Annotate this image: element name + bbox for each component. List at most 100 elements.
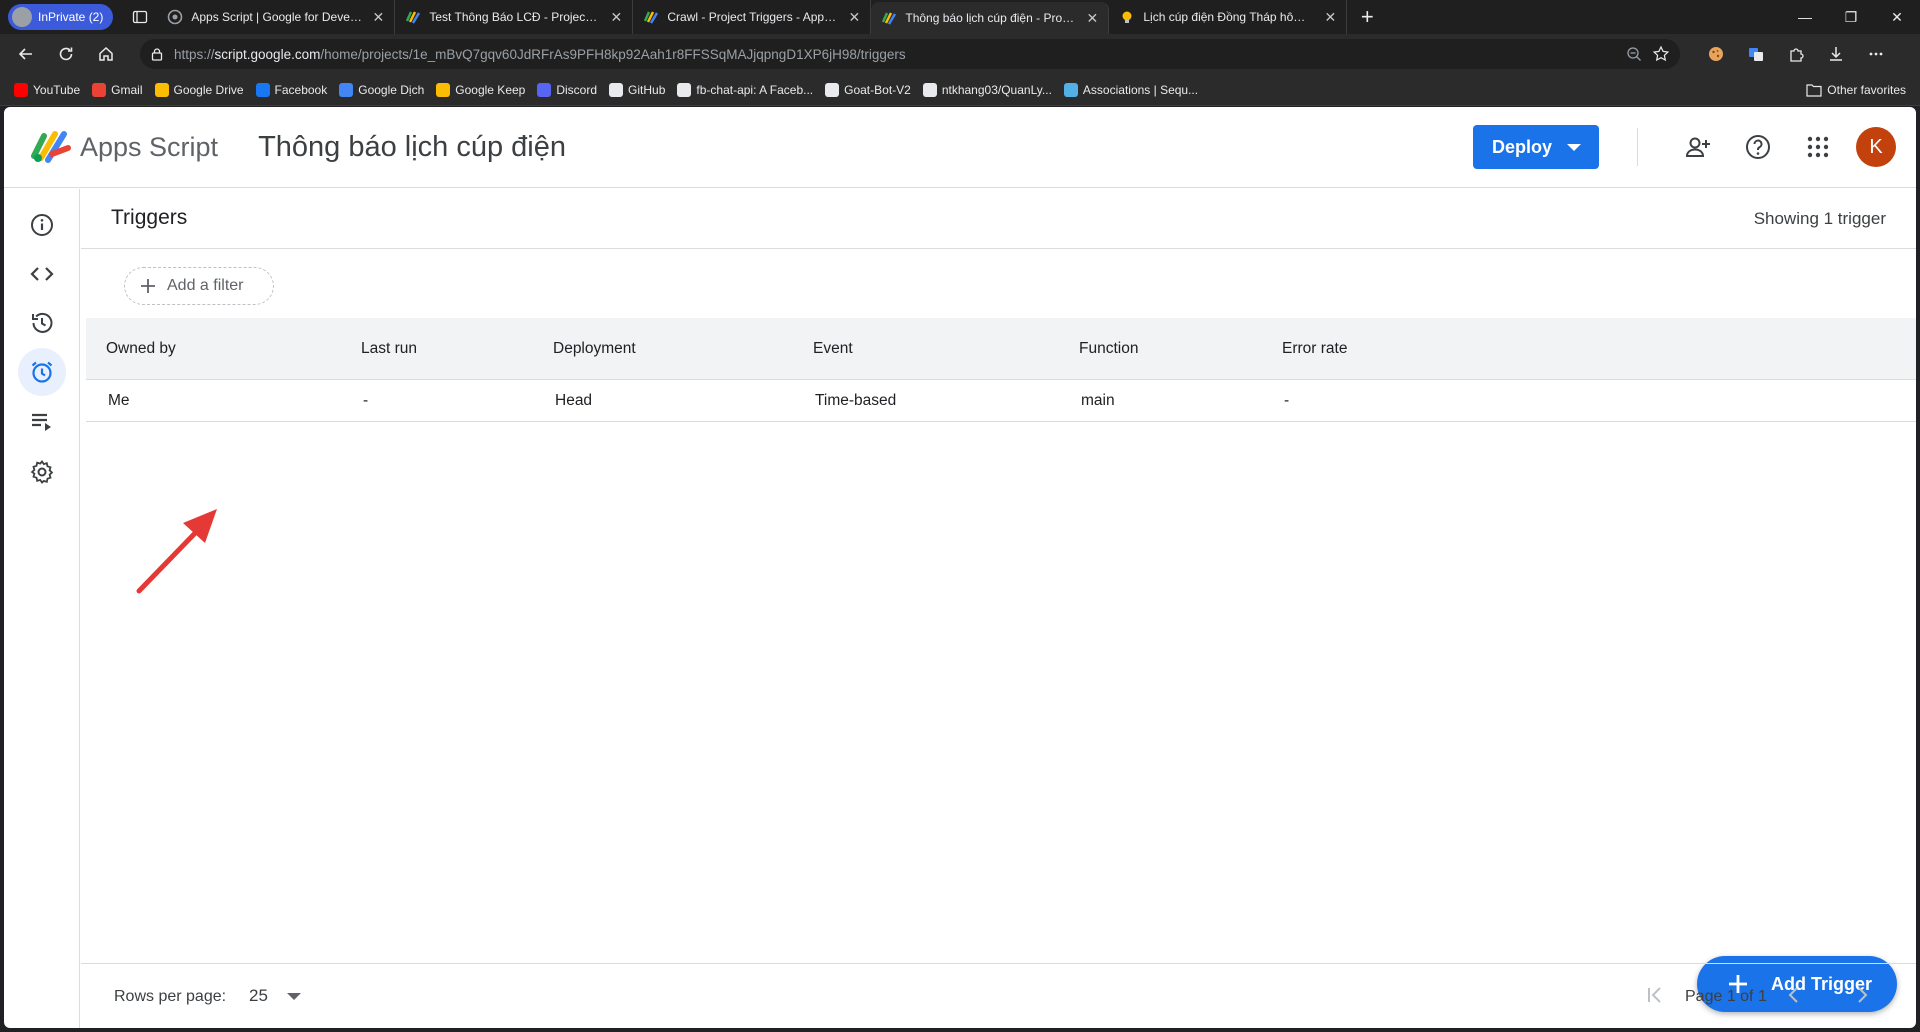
tab-actions-button[interactable] bbox=[123, 0, 157, 34]
cookie-extension-button[interactable] bbox=[1700, 38, 1732, 70]
bookmark-label: Google Drive bbox=[173, 82, 244, 97]
red-annotation-arrow-icon bbox=[136, 509, 217, 594]
browser-tab[interactable]: Thông báo lịch cúp điện - Project ✕ bbox=[871, 2, 1110, 34]
app-name[interactable]: Apps Script bbox=[80, 132, 218, 163]
extensions-button[interactable] bbox=[1780, 38, 1812, 70]
bookmark-item[interactable]: Gmail bbox=[86, 77, 148, 103]
home-button[interactable] bbox=[90, 38, 122, 70]
close-window-button[interactable]: ✕ bbox=[1874, 0, 1920, 34]
apps-grid-icon bbox=[1807, 136, 1829, 158]
app-header: Apps Script Thông báo lịch cúp điện Depl… bbox=[4, 107, 1916, 188]
filter-row: Add a filter bbox=[81, 249, 1916, 309]
google-apps-button[interactable] bbox=[1796, 125, 1840, 169]
bookmark-item[interactable]: Google Keep bbox=[430, 77, 531, 103]
account-avatar[interactable]: K bbox=[1856, 127, 1896, 167]
new-tab-button[interactable]: + bbox=[1351, 1, 1383, 33]
close-tab-icon[interactable]: ✕ bbox=[1322, 9, 1338, 25]
bookmark-item[interactable]: Associations | Sequ... bbox=[1058, 77, 1204, 103]
bookmark-favicon-icon bbox=[436, 82, 451, 97]
rows-per-page-select[interactable]: 25 bbox=[249, 986, 268, 1006]
restore-button[interactable]: ❐ bbox=[1828, 0, 1874, 34]
tab-title: Test Thông Báo LCĐ - Project Edit bbox=[429, 10, 601, 24]
refresh-button[interactable] bbox=[50, 38, 82, 70]
table-cell: Time-based bbox=[815, 391, 897, 409]
browser-tab[interactable]: Test Thông Báo LCĐ - Project Edit ✕ bbox=[395, 0, 634, 34]
tab-title: Apps Script | Google for Develop bbox=[191, 10, 363, 24]
close-tab-icon[interactable]: ✕ bbox=[1084, 10, 1100, 26]
bookmark-label: Goat-Bot-V2 bbox=[844, 82, 911, 97]
bookmark-label: Associations | Sequ... bbox=[1082, 82, 1199, 97]
previous-page-icon[interactable] bbox=[1783, 984, 1805, 1006]
more-menu-button[interactable] bbox=[1860, 38, 1892, 70]
add-filter-button[interactable]: Add a filter bbox=[124, 267, 274, 305]
project-title[interactable]: Thông báo lịch cúp điện bbox=[258, 131, 566, 164]
home-icon bbox=[99, 46, 113, 61]
nav-editor[interactable] bbox=[18, 250, 66, 298]
inprivate-profile-button[interactable]: InPrivate (2) bbox=[8, 4, 114, 30]
lightbulb-icon bbox=[1119, 9, 1135, 25]
bookmark-item[interactable]: Goat-Bot-V2 bbox=[819, 77, 917, 103]
header-divider bbox=[1637, 128, 1638, 166]
bookmark-item[interactable]: ntkhang03/QuanLy... bbox=[917, 77, 1058, 103]
refresh-icon bbox=[59, 47, 73, 61]
column-header: Deployment bbox=[553, 339, 636, 357]
apps-script-logo-icon[interactable] bbox=[30, 130, 72, 164]
page-title: Triggers bbox=[111, 206, 188, 229]
bookmark-favicon-icon bbox=[154, 82, 169, 97]
browser-tab[interactable]: Crawl - Project Triggers - Apps Sc ✕ bbox=[633, 0, 872, 34]
bookmark-item[interactable]: GitHub bbox=[603, 77, 671, 103]
next-page-icon[interactable] bbox=[1851, 984, 1873, 1006]
url-host: script.google.com bbox=[214, 46, 321, 62]
browser-tab[interactable]: Lịch cúp điện Đồng Tháp hôm na ✕ bbox=[1109, 0, 1348, 34]
more-dots-icon bbox=[1869, 52, 1883, 56]
close-tab-icon[interactable]: ✕ bbox=[846, 9, 862, 25]
bookmark-item[interactable]: YouTube bbox=[8, 77, 86, 103]
zoom-icon[interactable] bbox=[1626, 46, 1642, 62]
browser-tab[interactable]: Apps Script | Google for Develop ✕ bbox=[157, 0, 396, 34]
bookmark-item[interactable]: Discord bbox=[531, 77, 603, 103]
browser-tab-strip: InPrivate (2) Apps Script | Google for D… bbox=[0, 0, 1920, 34]
nav-overview[interactable] bbox=[18, 201, 66, 249]
table-cell: - bbox=[1284, 391, 1290, 409]
close-tab-icon[interactable]: ✕ bbox=[608, 9, 624, 25]
inprivate-label: InPrivate (2) bbox=[38, 10, 104, 24]
nav-project-settings[interactable] bbox=[18, 448, 66, 496]
apps-script-icon bbox=[405, 9, 421, 25]
share-button[interactable] bbox=[1676, 125, 1720, 169]
column-header: Last run bbox=[361, 339, 418, 357]
translate-extension-button[interactable] bbox=[1740, 38, 1772, 70]
favorite-star-icon[interactable] bbox=[1652, 45, 1670, 63]
address-bar[interactable]: https://script.google.com/home/projects/… bbox=[140, 39, 1680, 69]
tab-title: Thông báo lịch cúp điện - Project bbox=[905, 11, 1077, 25]
deploy-button[interactable]: Deploy bbox=[1473, 125, 1599, 169]
bookmark-item[interactable]: Google Drive bbox=[149, 77, 250, 103]
other-favorites-folder[interactable]: Other favorites bbox=[1800, 77, 1912, 103]
bookmark-item[interactable]: Google Dịch bbox=[333, 77, 430, 103]
bookmark-item[interactable]: fb-chat-api: A Faceb... bbox=[671, 77, 819, 103]
nav-executions[interactable] bbox=[18, 398, 66, 446]
bookmark-item[interactable]: Facebook bbox=[250, 77, 334, 103]
first-page-icon[interactable] bbox=[1644, 984, 1666, 1006]
close-tab-icon[interactable]: ✕ bbox=[370, 9, 386, 25]
table-cell: main bbox=[1081, 391, 1115, 409]
rows-per-page-caret-icon[interactable] bbox=[287, 993, 301, 1000]
side-navigation bbox=[4, 189, 80, 1028]
bookmark-label: Google Dịch bbox=[358, 82, 425, 97]
pagination-footer: Rows per page: 25 Page 1 of 1 bbox=[81, 963, 1916, 1028]
bookmark-label: Google Keep bbox=[455, 82, 526, 97]
url-text: https://script.google.com/home/projects/… bbox=[174, 47, 1616, 62]
help-button[interactable] bbox=[1736, 125, 1780, 169]
cookie-icon bbox=[1709, 47, 1723, 61]
bookmark-label: ntkhang03/QuanLy... bbox=[941, 82, 1052, 97]
favorites-bar: YouTube Gmail Google Drive Facebook Google D… bbox=[0, 74, 1920, 106]
downloads-button[interactable] bbox=[1820, 38, 1852, 70]
back-button[interactable] bbox=[10, 38, 42, 70]
minimize-button[interactable]: — bbox=[1782, 0, 1828, 34]
google-developers-icon bbox=[167, 9, 183, 25]
table-row[interactable]: Me - Head Time-based main - bbox=[86, 380, 1916, 422]
nav-project-history[interactable] bbox=[18, 299, 66, 347]
nav-triggers[interactable] bbox=[18, 348, 66, 396]
bookmark-label: fb-chat-api: A Faceb... bbox=[696, 82, 814, 97]
bookmark-favicon-icon bbox=[677, 82, 692, 97]
apps-script-icon bbox=[881, 10, 897, 26]
